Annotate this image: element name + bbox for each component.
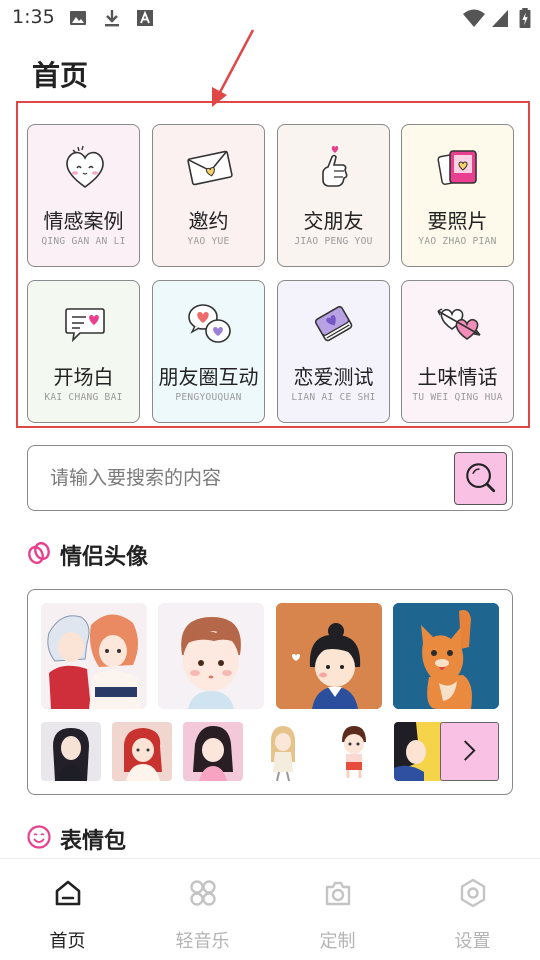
nav-custom[interactable]: 定制: [270, 859, 405, 960]
image-icon: [70, 11, 86, 25]
font-icon: [137, 10, 153, 26]
avatar-thumbnail[interactable]: [112, 722, 172, 781]
category-pinyin: YAO YUE: [187, 236, 230, 247]
download-icon: [105, 10, 119, 27]
nav-label: 首页: [49, 931, 86, 952]
nav-label: 定制: [319, 931, 356, 952]
smiley-icon: [27, 825, 51, 849]
category-label: 恋爱测试: [293, 365, 374, 389]
envelope-heart-icon: [187, 150, 233, 186]
category-card-ask-photo[interactable]: 要照片 YAO ZHAO PIAN: [401, 124, 514, 267]
status-bar: 1:35: [0, 0, 540, 38]
more-avatars-button[interactable]: [440, 722, 499, 781]
signal-icon: [492, 10, 508, 27]
section-title-stickers: 表情包: [60, 829, 127, 854]
nav-home[interactable]: 首页: [0, 859, 135, 960]
nav-label: 轻音乐: [175, 931, 230, 952]
arrow-hearts-icon: [437, 308, 481, 340]
category-card-cheesy-lines[interactable]: 土味情话 TU WEI QING HUA: [401, 280, 514, 423]
avatar-thumbnail[interactable]: [324, 722, 384, 781]
category-card-love-test[interactable]: 恋爱测试 LIAN AI CE SHI: [277, 280, 390, 423]
avatar-thumbnail[interactable]: [41, 603, 147, 709]
avatar-thumbnail[interactable]: [183, 722, 243, 781]
category-label: 土味情话: [417, 365, 498, 389]
category-pinyin: PENGYOUQUAN: [175, 392, 242, 403]
chevron-right-icon: [464, 740, 476, 761]
battery-icon: [519, 8, 531, 28]
category-card-opening-line[interactable]: 开场白 KAI CHANG BAI: [27, 280, 140, 423]
category-pinyin: YAO ZHAO PIAN: [418, 236, 497, 247]
category-label: 朋友圈互动: [158, 365, 259, 389]
category-pinyin: TU WEI QING HUA: [412, 392, 503, 403]
grid-circles-icon: [190, 880, 216, 906]
category-pinyin: QING GAN AN LI: [41, 236, 126, 247]
category-label: 情感案例: [43, 209, 124, 233]
avatar-thumbnail[interactable]: [253, 722, 313, 781]
settings-icon: [460, 878, 486, 908]
status-time: 1:35: [12, 6, 55, 28]
avatar-thumbnail[interactable]: [393, 603, 499, 709]
nav-label: 设置: [454, 931, 491, 952]
category-card-emotion-cases[interactable]: 情感案例 QING GAN AN LI: [27, 124, 140, 267]
search-button[interactable]: [454, 452, 507, 505]
category-pinyin: KAI CHANG BAI: [44, 392, 123, 403]
photo-cards-icon: [437, 150, 477, 185]
couple-rings-icon: [28, 541, 50, 565]
category-label: 要照片: [427, 209, 488, 233]
nav-music[interactable]: 轻音乐: [135, 859, 270, 960]
category-card-moments-interaction[interactable]: 朋友圈互动 PENGYOUQUAN: [152, 280, 265, 423]
search-box: [27, 445, 513, 511]
category-label: 开场白: [53, 365, 114, 389]
avatar-thumbnail[interactable]: [158, 603, 264, 709]
search-icon: [466, 463, 496, 493]
chat-hearts-icon: [188, 304, 231, 343]
home-icon: [55, 880, 81, 906]
couple-avatar-panel: [27, 589, 513, 795]
page-title: 首页: [32, 59, 89, 92]
category-card-make-friends[interactable]: 交朋友 JIAO PENG YOU: [277, 124, 390, 267]
category-label: 交朋友: [303, 209, 364, 233]
finger-heart-icon: [322, 146, 348, 187]
heart-face-icon: [66, 145, 104, 188]
wifi-icon: [463, 9, 485, 27]
avatar-thumbnail[interactable]: [276, 603, 382, 709]
category-pinyin: LIAN AI CE SHI: [291, 392, 376, 403]
avatar-thumbnail[interactable]: [41, 722, 101, 781]
search-input[interactable]: [50, 462, 450, 494]
category-pinyin: JIAO PENG YOU: [294, 236, 373, 247]
nav-settings[interactable]: 设置: [405, 859, 540, 960]
book-heart-icon: [314, 306, 353, 342]
category-card-invitation[interactable]: 邀约 YAO YUE: [152, 124, 265, 267]
chat-bubble-heart-icon: [65, 308, 105, 343]
bottom-nav: 首页 轻音乐 定制 设置: [0, 858, 540, 960]
camera-icon: [325, 881, 351, 906]
category-label: 邀约: [188, 209, 229, 233]
section-title-couple-avatars: 情侣头像: [60, 545, 149, 570]
